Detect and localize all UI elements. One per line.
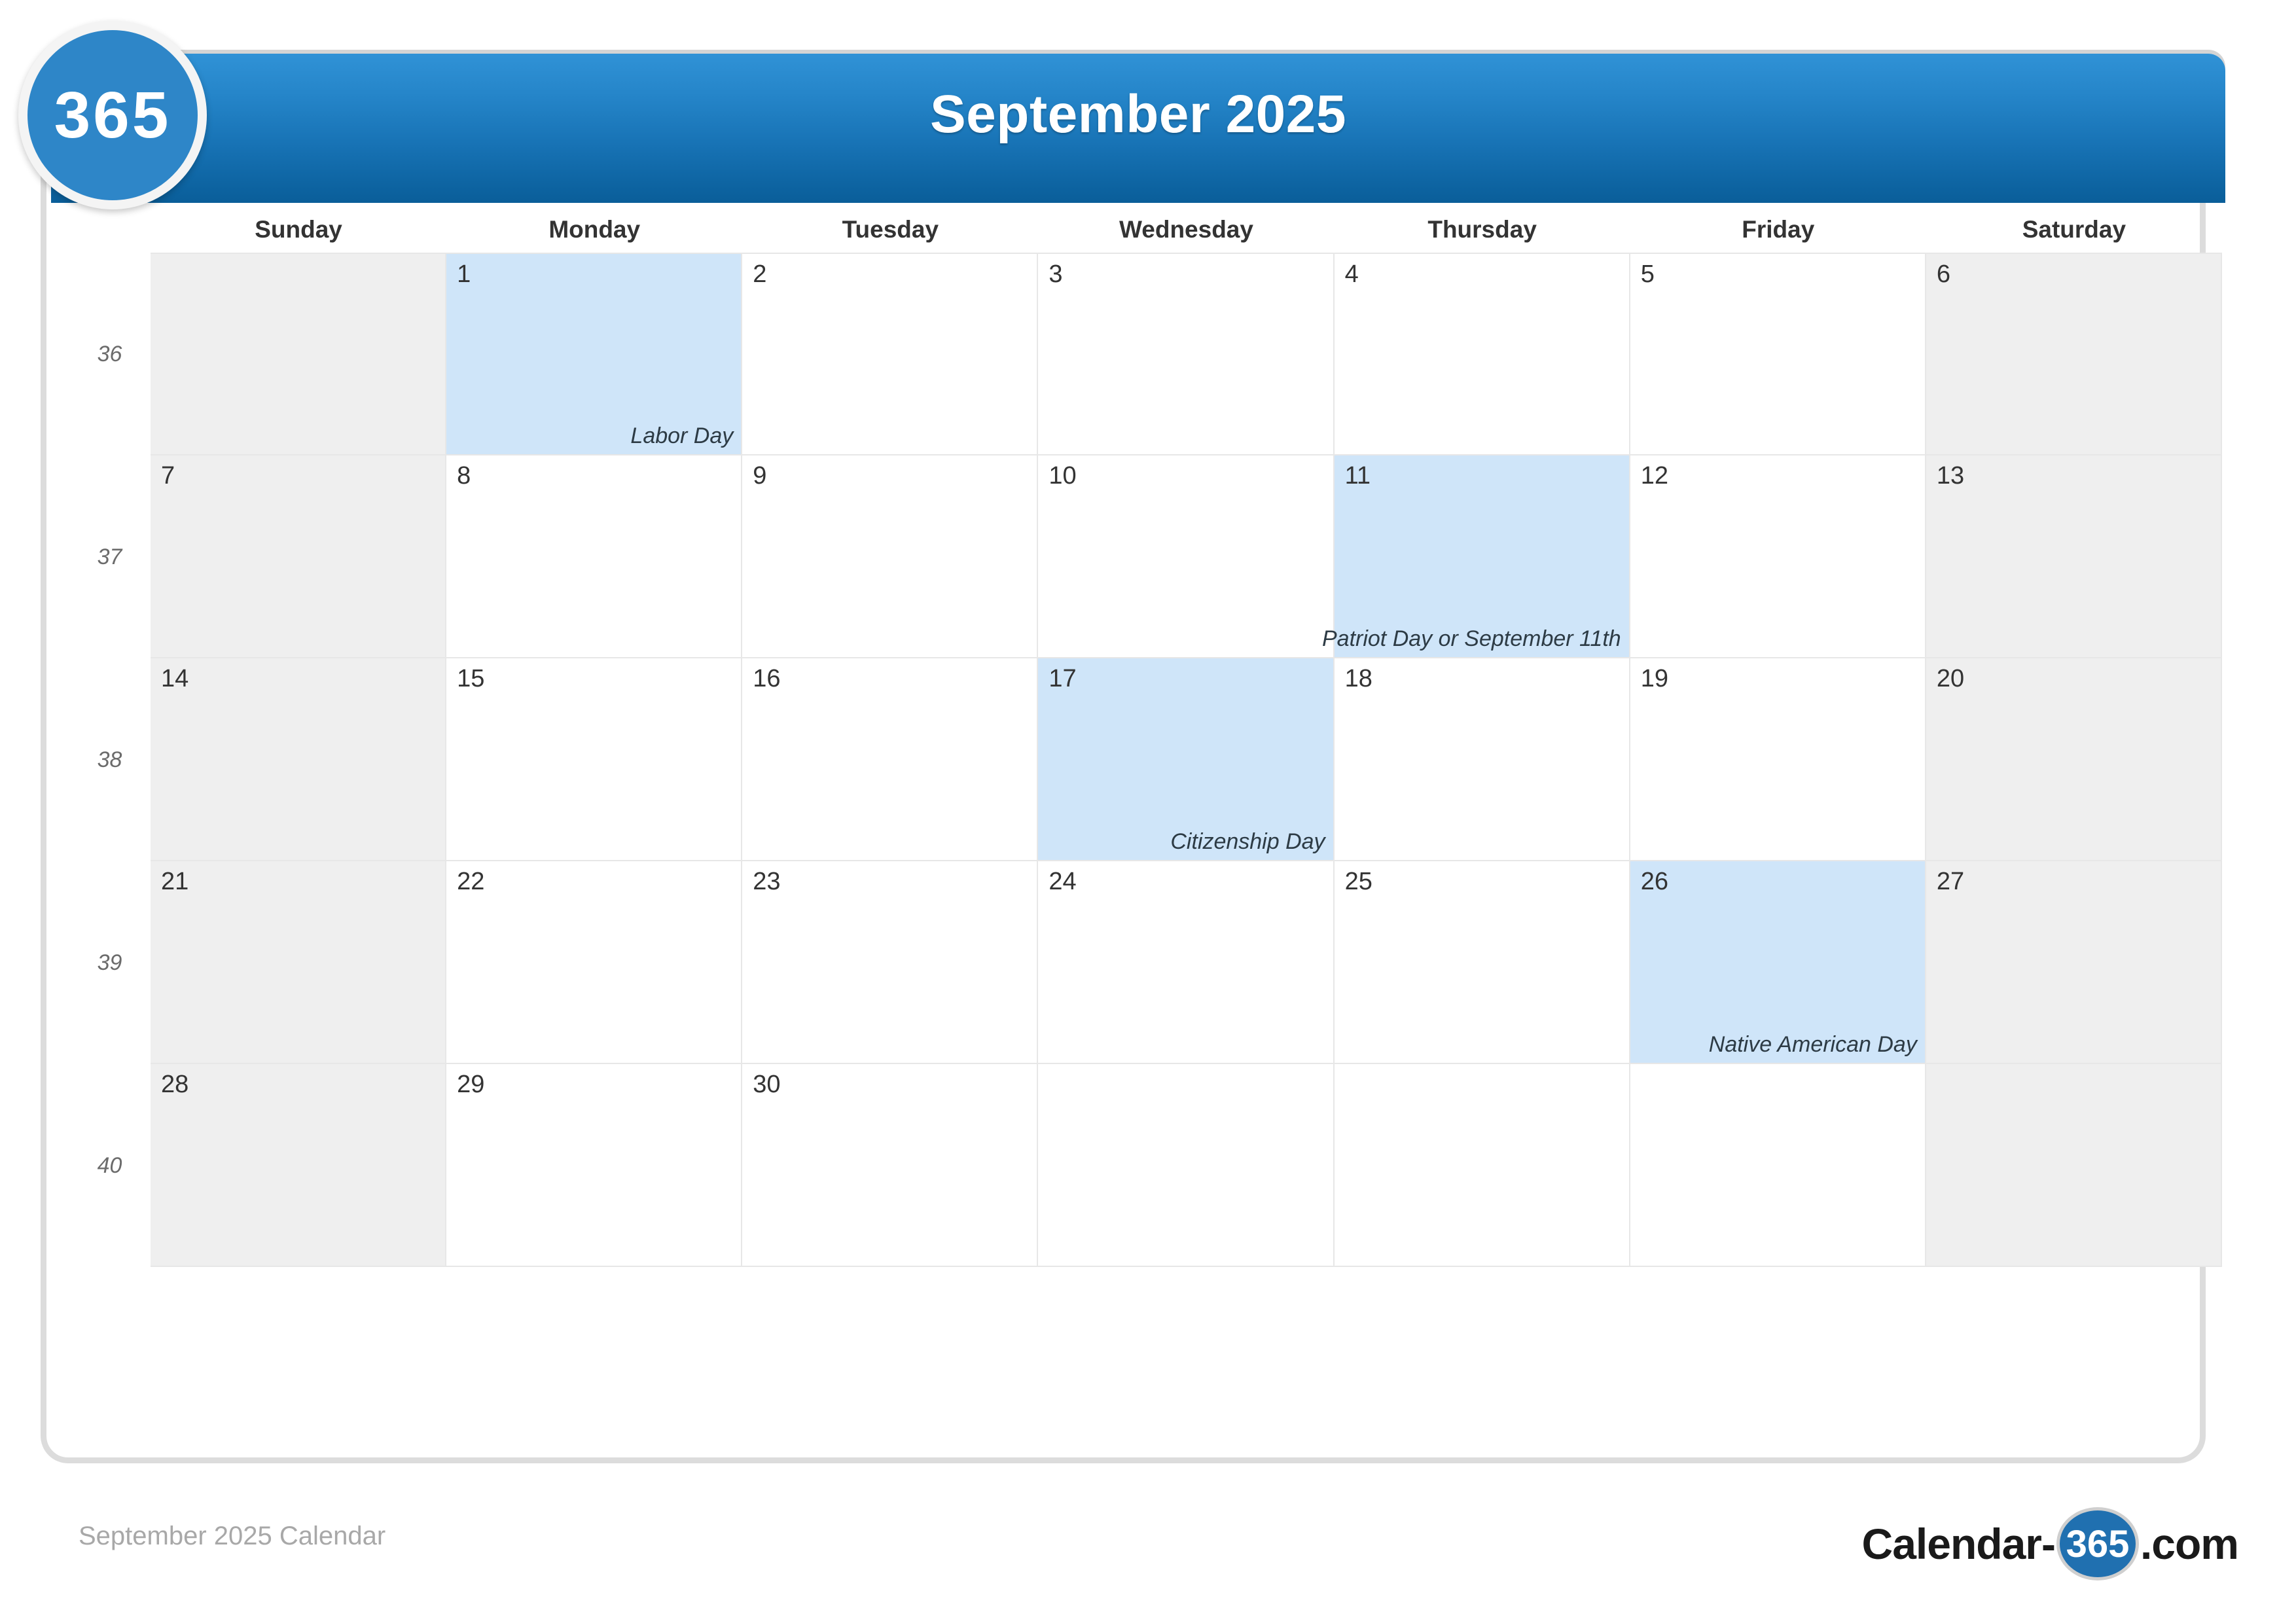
footer-logo-prefix: Calendar- [1861, 1520, 2056, 1568]
week-row: 38 14 15 16 17 Citizenship Day 18 19 20 [69, 658, 2222, 861]
day-number: 25 [1344, 868, 1372, 895]
day-number: 14 [161, 665, 189, 692]
day-event-label: Native American Day [1708, 1032, 1917, 1057]
day-number: 3 [1049, 260, 1063, 288]
day-number: 20 [1936, 665, 1965, 692]
week-row: 39 21 22 23 24 25 26 Native American Day 27 [69, 861, 2222, 1064]
day-number: 13 [1936, 462, 1965, 490]
day-number: 17 [1049, 665, 1077, 692]
day-number: 1 [457, 260, 471, 288]
day-cell-21[interactable]: 21 [151, 861, 447, 1064]
day-cell-5[interactable]: 5 [1630, 253, 1926, 455]
day-cell-29[interactable]: 29 [446, 1064, 743, 1267]
day-cell-26[interactable]: 26 Native American Day [1630, 861, 1926, 1064]
weekday-header-monday: Monday [548, 216, 641, 243]
day-cell-12[interactable]: 12 [1630, 455, 1926, 658]
day-cell-empty [151, 253, 447, 455]
day-number: 29 [457, 1071, 485, 1098]
day-event-label: Patriot Day or September 11th [1321, 626, 1621, 651]
weekday-header-wednesday: Wednesday [1119, 216, 1253, 243]
day-cell-7[interactable]: 7 [151, 455, 447, 658]
day-cell-28[interactable]: 28 [151, 1064, 447, 1267]
footer-logo-badge-label: 365 [2066, 1522, 2130, 1565]
day-cell-20[interactable]: 20 [1926, 658, 2222, 861]
day-cell-24[interactable]: 24 [1038, 861, 1335, 1064]
page-title: September 2025 [929, 84, 1346, 144]
day-cell-9[interactable]: 9 [742, 455, 1039, 658]
day-cell-23[interactable]: 23 [742, 861, 1039, 1064]
day-number: 6 [1936, 260, 1950, 288]
day-number: 4 [1344, 260, 1359, 288]
day-cell-4[interactable]: 4 [1334, 253, 1630, 455]
day-cell-22[interactable]: 22 [446, 861, 743, 1064]
day-cell-empty [1334, 1064, 1630, 1267]
day-cell-6[interactable]: 6 [1926, 253, 2222, 455]
day-number: 16 [753, 665, 781, 692]
week-number: 40 [97, 1152, 122, 1178]
day-cell-empty [1926, 1064, 2222, 1267]
day-number: 21 [161, 868, 189, 895]
day-number: 8 [457, 462, 471, 490]
day-number: 9 [753, 462, 767, 490]
day-number: 10 [1049, 462, 1077, 490]
day-cell-27[interactable]: 27 [1926, 861, 2222, 1064]
day-number: 19 [1640, 665, 1668, 692]
day-number: 22 [457, 868, 485, 895]
weekday-header-sunday: Sunday [255, 216, 342, 243]
day-number: 18 [1344, 665, 1372, 692]
day-number: 7 [161, 462, 175, 490]
brand-badge-label: 365 [54, 78, 171, 152]
day-cell-3[interactable]: 3 [1038, 253, 1335, 455]
week-rows-container: 36 1 Labor Day 2 3 4 5 6 37 7 8 9 10 11 Patriot Day or… [69, 253, 2222, 1267]
day-cell-17[interactable]: 17 Citizenship Day [1038, 658, 1335, 861]
week-number: 36 [97, 341, 122, 366]
week-number: 39 [97, 950, 122, 975]
day-cell-13[interactable]: 13 [1926, 455, 2222, 658]
day-number: 28 [161, 1071, 189, 1098]
week-row: 36 1 Labor Day 2 3 4 5 6 [69, 253, 2222, 455]
day-cell-18[interactable]: 18 [1334, 658, 1630, 861]
day-number: 23 [753, 868, 781, 895]
day-number: 26 [1640, 868, 1668, 895]
weekday-header-saturday: Saturday [2022, 216, 2126, 243]
brand-badge-365: 365 [18, 21, 207, 209]
day-cell-11[interactable]: 11 Patriot Day or September 11th [1322, 455, 1630, 658]
week-number: 38 [97, 747, 122, 772]
weekday-header-tuesday: Tuesday [842, 216, 939, 243]
weekday-header-thursday: Thursday [1427, 216, 1537, 243]
day-cell-empty [1630, 1064, 1926, 1267]
week-row: 40 28 29 30 [69, 1064, 2222, 1267]
day-cell-15[interactable]: 15 [446, 658, 743, 861]
day-number: 12 [1640, 462, 1668, 490]
week-row: 37 7 8 9 10 11 Patriot Day or September 11th 12… [69, 455, 2222, 658]
day-cell-10[interactable]: 10 [1038, 455, 1335, 658]
day-cell-8[interactable]: 8 [446, 455, 743, 658]
weekday-header-friday: Friday [1742, 216, 1815, 243]
day-number: 15 [457, 665, 485, 692]
day-number: 11 [1344, 462, 1371, 490]
day-cell-19[interactable]: 19 [1630, 658, 1926, 861]
day-number: 27 [1936, 868, 1965, 895]
footer-logo[interactable]: Calendar- 365 .com [1861, 1507, 2239, 1580]
day-number: 30 [753, 1071, 781, 1098]
day-cell-empty [1038, 1064, 1335, 1267]
day-cell-1[interactable]: 1 Labor Day [446, 253, 743, 455]
calendar-header-bar: September 2025 [51, 54, 2225, 203]
day-cell-16[interactable]: 16 [742, 658, 1039, 861]
week-number: 37 [97, 544, 122, 569]
day-cell-25[interactable]: 25 [1334, 861, 1630, 1064]
day-number: 2 [753, 260, 767, 288]
day-cell-2[interactable]: 2 [742, 253, 1039, 455]
day-cell-14[interactable]: 14 [151, 658, 447, 861]
weekday-header-row: Sunday Monday Tuesday Wednesday Thursday Frid… [151, 207, 2222, 253]
footer-caption: September 2025 Calendar [79, 1522, 386, 1550]
day-number: 24 [1049, 868, 1077, 895]
day-event-label: Labor Day [630, 423, 734, 448]
day-cell-30[interactable]: 30 [742, 1064, 1039, 1267]
footer-logo-badge: 365 [2056, 1507, 2139, 1580]
calendar-grid: Sunday Monday Tuesday Wednesday Thursday Frid… [69, 207, 2222, 1267]
day-number: 5 [1640, 260, 1655, 288]
day-event-label: Citizenship Day [1170, 829, 1325, 854]
footer-logo-suffix: .com [2140, 1520, 2239, 1568]
